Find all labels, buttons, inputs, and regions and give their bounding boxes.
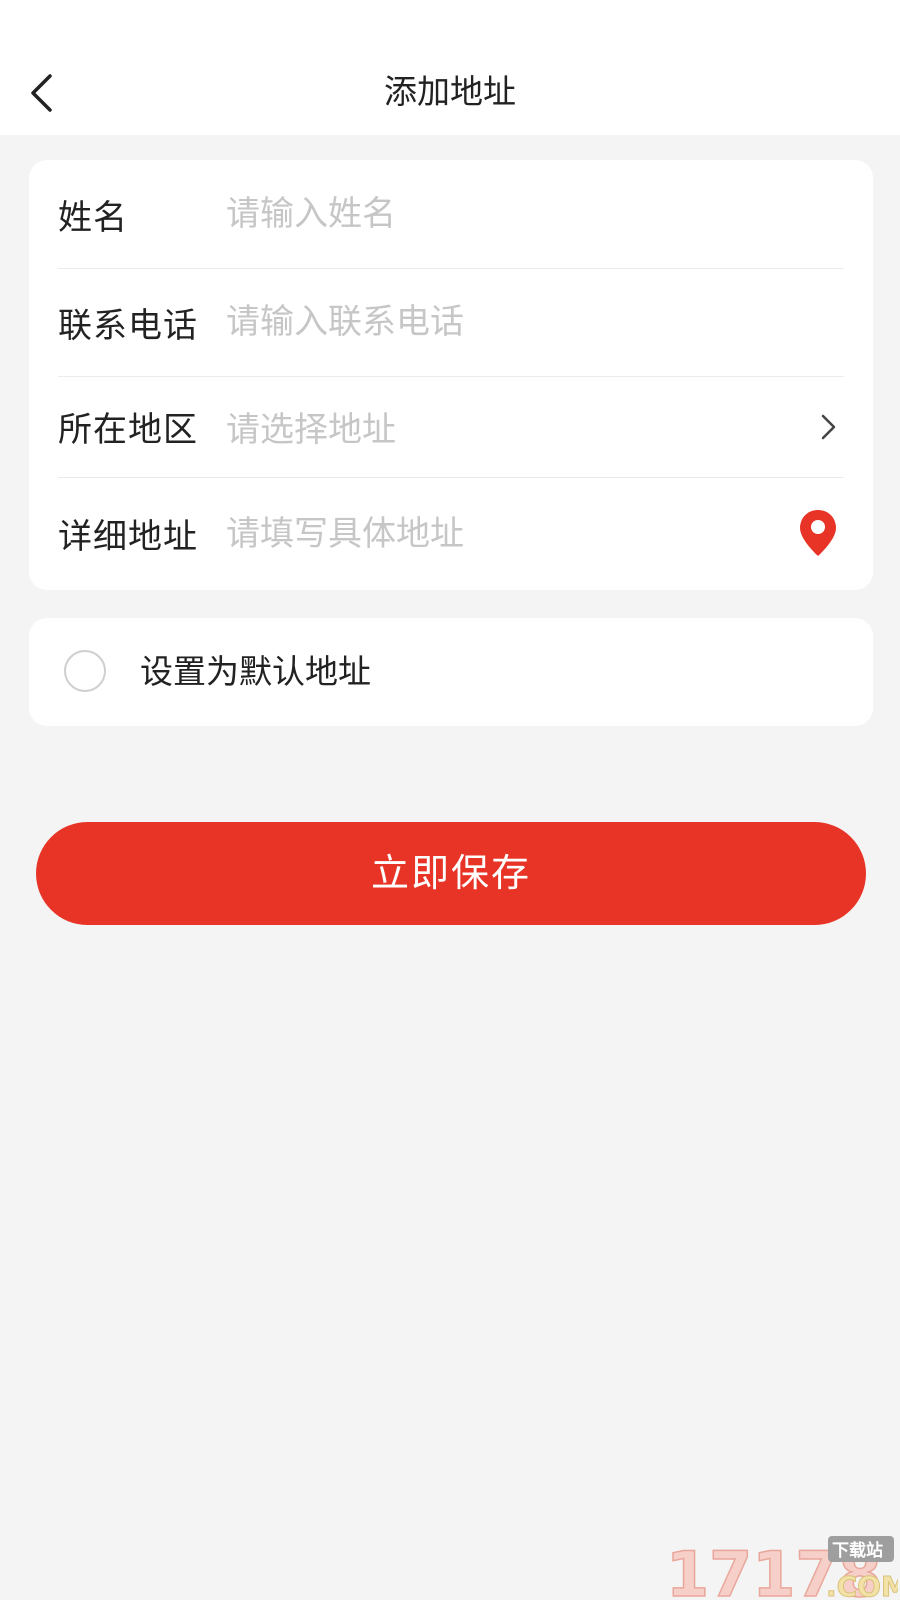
detail-field-wrapper [226, 477, 794, 590]
name-field-wrapper [226, 160, 794, 268]
default-address-radio[interactable] [64, 650, 106, 692]
address-form-card: 姓名 联系电话 所在地区 请选择地址 详细地址 [29, 160, 873, 590]
phone-input[interactable] [226, 302, 794, 342]
detail-row: 详细地址 [58, 477, 844, 590]
default-address-card[interactable]: 设置为默认地址 [29, 618, 873, 726]
region-row[interactable]: 所在地区 请选择地址 [58, 376, 844, 478]
location-pin-icon[interactable] [798, 508, 838, 558]
name-label: 姓名 [58, 197, 128, 238]
region-placeholder: 请选择地址 [226, 410, 396, 450]
name-input[interactable] [226, 194, 794, 234]
detail-label: 详细地址 [58, 517, 198, 557]
watermark-sub: 下载站 [832, 1540, 883, 1561]
watermark-suffix: .COM [826, 1570, 898, 1600]
phone-label: 联系电话 [58, 305, 198, 346]
site-watermark-logo: 17178 下载站 .COM [666, 1536, 898, 1600]
save-button[interactable]: 立即保存 [36, 822, 866, 925]
page-title: 添加地址 [384, 72, 516, 111]
phone-field-wrapper [226, 268, 794, 376]
name-row: 姓名 [58, 160, 844, 269]
app-header: 添加地址 [0, 0, 900, 135]
region-label: 所在地区 [58, 410, 198, 450]
chevron-right-icon[interactable] [818, 411, 838, 443]
phone-row: 联系电话 [58, 268, 844, 377]
region-select[interactable]: 请选择地址 [226, 376, 794, 477]
detail-address-input[interactable] [226, 513, 794, 554]
default-address-label: 设置为默认地址 [140, 652, 371, 691]
